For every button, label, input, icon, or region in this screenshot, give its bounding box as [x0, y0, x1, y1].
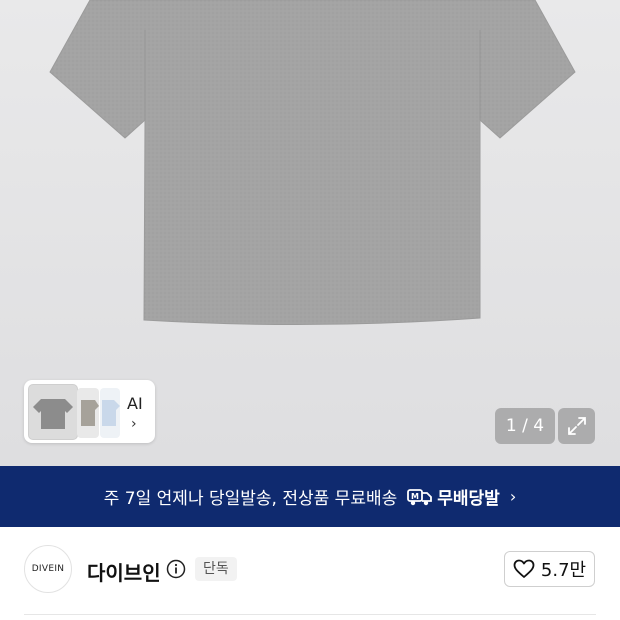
brand-logo-text: DIVEIN: [31, 564, 65, 574]
thumbnail-2[interactable]: [77, 388, 99, 438]
exclusive-badge: 단독: [195, 557, 237, 581]
delivery-truck-icon: M: [407, 488, 433, 505]
delivery-badge[interactable]: M 무배당발: [407, 484, 500, 509]
seller-row: DIVEIN 다이브인 단독 5.7만: [0, 527, 620, 620]
chevron-right-icon[interactable]: ›: [131, 416, 137, 432]
info-icon[interactable]: [166, 559, 186, 583]
brand-logo[interactable]: DIVEIN: [24, 545, 72, 593]
product-image-gallery[interactable]: AI › 1 / 4: [0, 0, 620, 466]
like-button[interactable]: 5.7만: [504, 551, 595, 587]
thumbnail-strip[interactable]: AI ›: [24, 380, 155, 443]
chevron-right-icon: ›: [509, 487, 517, 506]
expand-icon: [567, 417, 586, 435]
banner-text: 주 7일 언제나 당일발송, 전상품 무료배송: [103, 489, 398, 509]
like-count: 5.7만: [540, 560, 587, 581]
free-shipping-banner[interactable]: 주 7일 언제나 당일발송, 전상품 무료배송 M 무배당발 ›: [0, 466, 620, 527]
thumbnail-3[interactable]: [100, 388, 120, 438]
expand-button[interactable]: [558, 408, 595, 444]
brand-name[interactable]: 다이브인: [87, 557, 161, 586]
image-counter: 1 / 4: [495, 408, 555, 444]
ai-thumbnail-label[interactable]: AI: [127, 394, 143, 413]
thumbnail-active[interactable]: [28, 384, 78, 440]
heart-icon: [513, 559, 535, 578]
svg-text:M: M: [411, 492, 419, 501]
delivery-badge-label: 무배당발: [437, 489, 500, 509]
divider: [24, 614, 596, 615]
